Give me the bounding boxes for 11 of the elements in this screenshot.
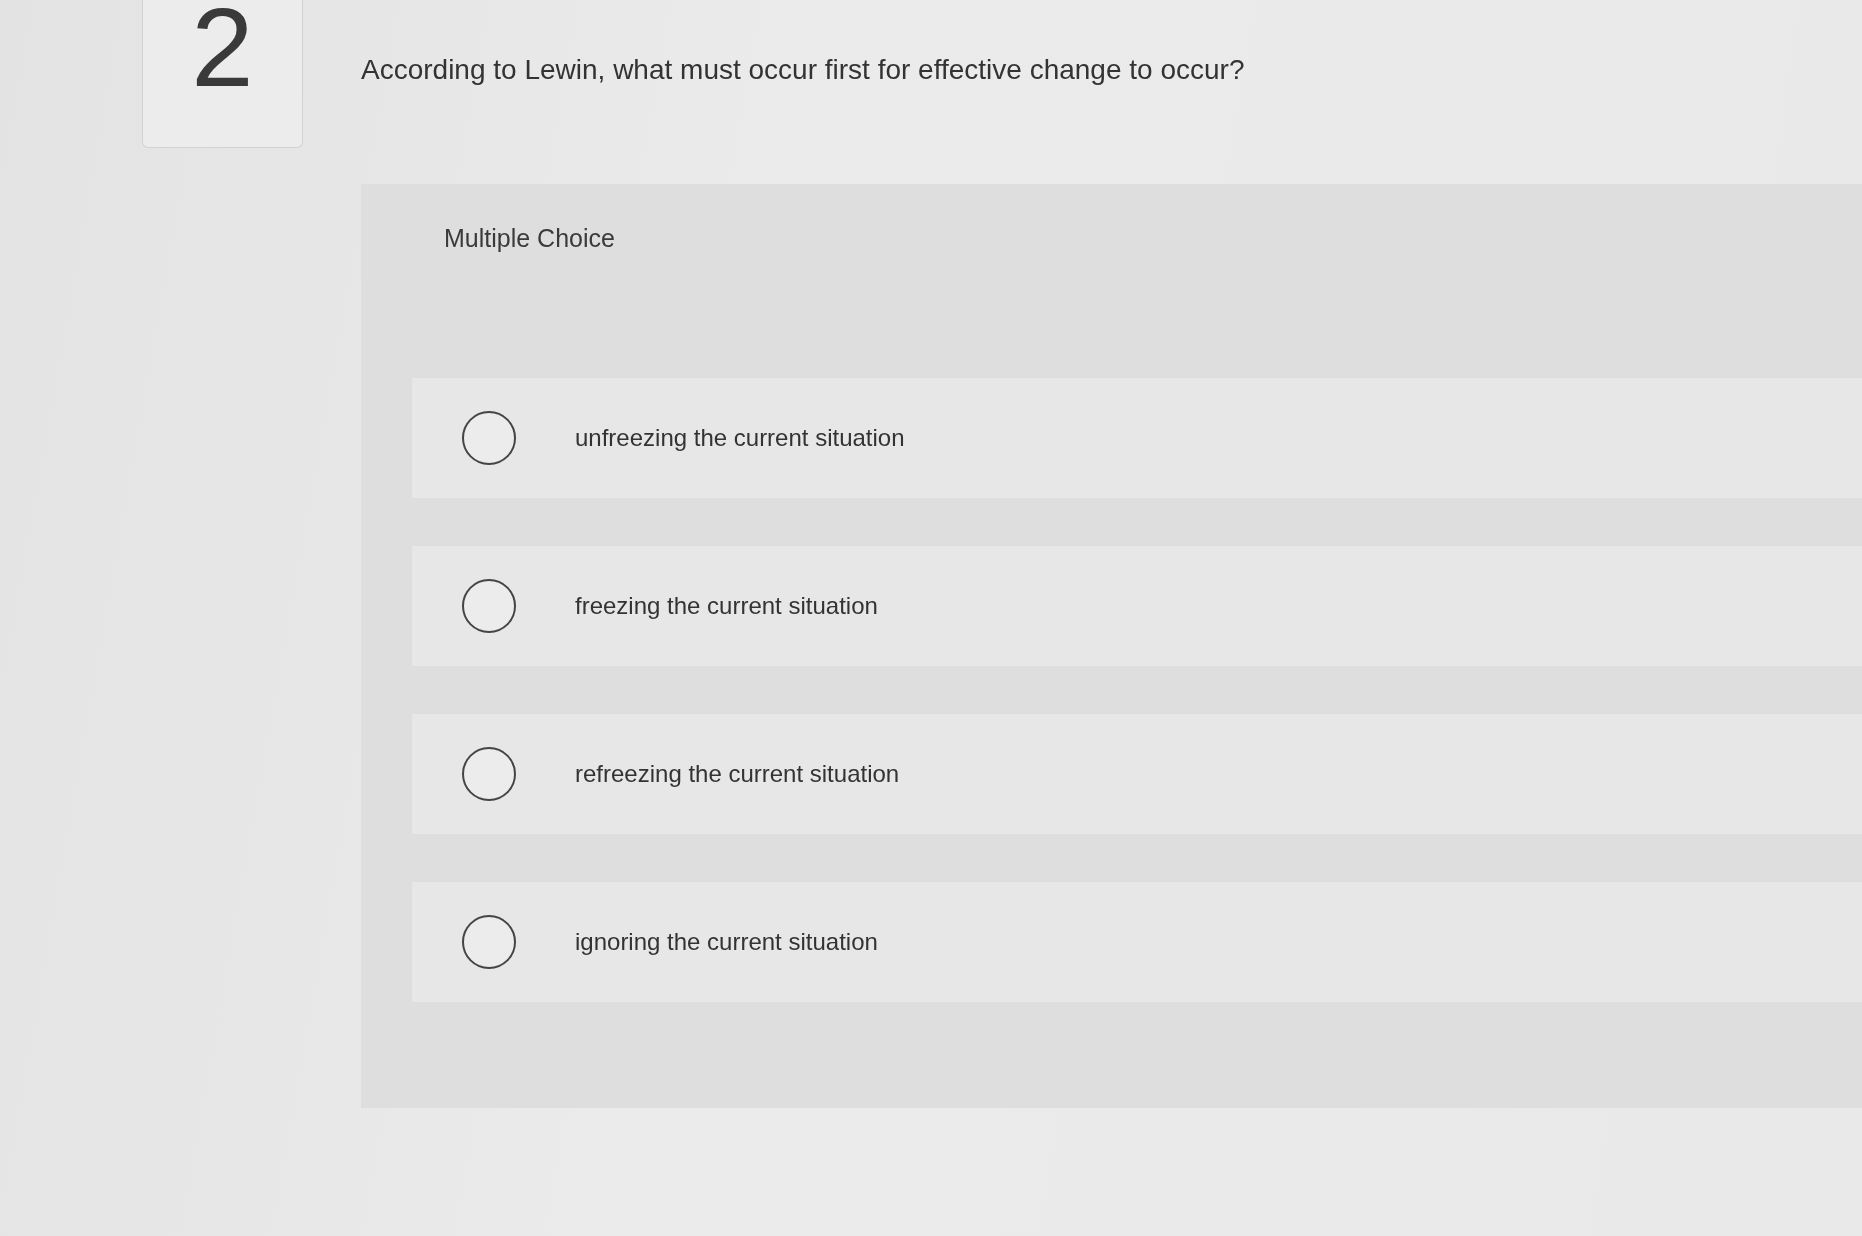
option-text: unfreezing the current situation [575,423,905,453]
question-text: According to Lewin, what must occur first for effective change to occur? [361,53,1246,87]
radio-button[interactable] [462,915,516,969]
radio-button[interactable] [462,579,516,633]
radio-button[interactable] [462,411,516,465]
panel-title: Multiple Choice [444,223,615,254]
option-text: refreezing the current situation [575,759,900,789]
option-text: freezing the current situation [575,591,878,621]
radio-button[interactable] [462,747,516,801]
option-text: ignoring the current situation [575,927,878,957]
question-number: 2 [191,0,254,104]
